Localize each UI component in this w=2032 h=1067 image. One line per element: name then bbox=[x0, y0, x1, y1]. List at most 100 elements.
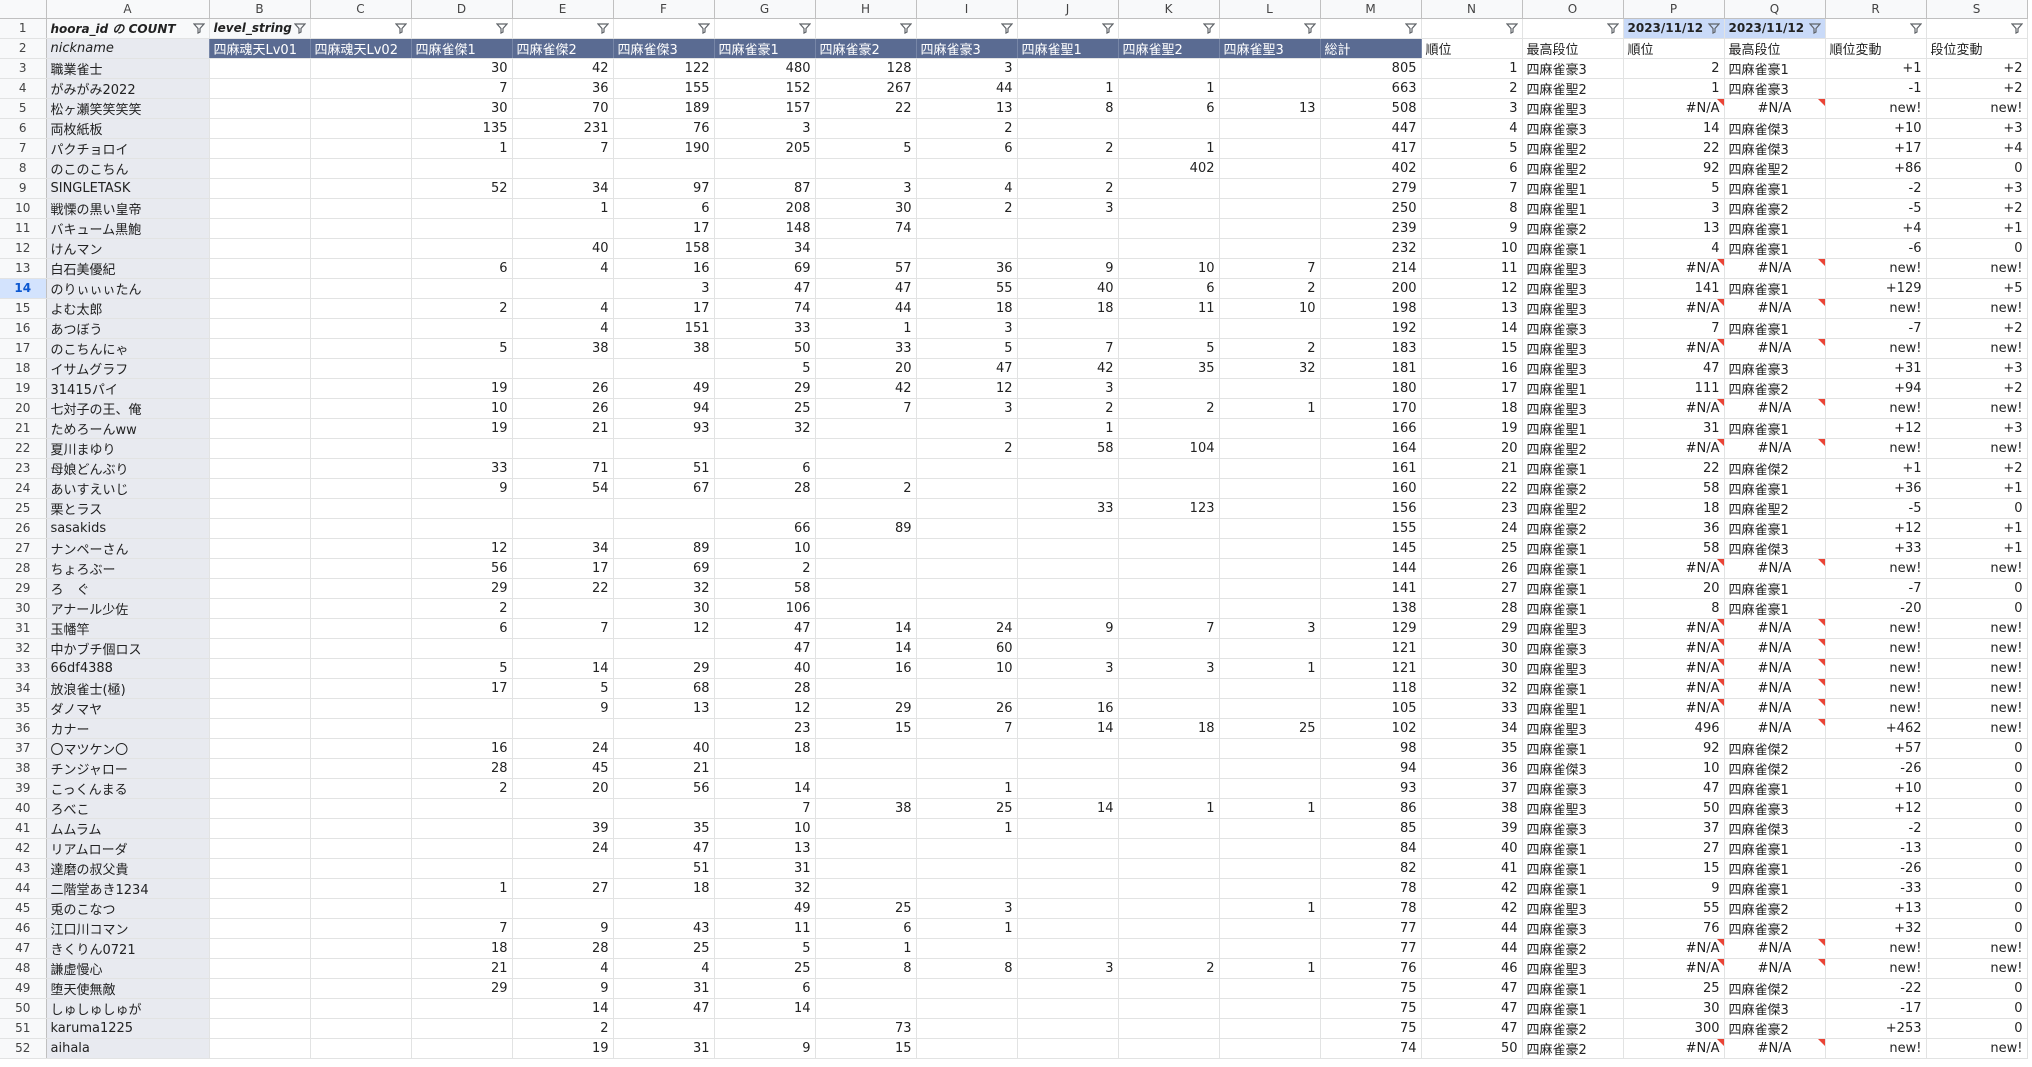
cell-i[interactable]: 5 bbox=[916, 338, 1018, 359]
cell-o[interactable]: 四麻雀豪3 bbox=[1522, 778, 1624, 799]
cell-n[interactable]: 25 bbox=[1421, 538, 1523, 559]
row-header[interactable]: 33 bbox=[0, 658, 47, 679]
row-header[interactable]: 14 bbox=[0, 278, 47, 299]
cell-m[interactable]: 160 bbox=[1320, 478, 1422, 499]
cell-h[interactable]: 44 bbox=[815, 298, 917, 319]
cell-p[interactable]: #N/A bbox=[1623, 258, 1725, 279]
nickname-cell[interactable]: 謙虚慢心 bbox=[46, 958, 210, 979]
cell-s[interactable]: 0 bbox=[1926, 798, 2028, 819]
cell-c[interactable] bbox=[310, 858, 412, 879]
cell-g[interactable]: 3 bbox=[714, 118, 816, 139]
cell-n[interactable]: 16 bbox=[1421, 358, 1523, 379]
cell-c[interactable] bbox=[310, 418, 412, 439]
cell-d[interactable] bbox=[411, 218, 513, 239]
cell-e[interactable] bbox=[512, 718, 614, 739]
cell-p[interactable]: 300 bbox=[1623, 1018, 1725, 1039]
cell-f[interactable]: 25 bbox=[613, 938, 715, 959]
cell-p[interactable]: 141 bbox=[1623, 278, 1725, 299]
row-header[interactable]: 7 bbox=[0, 138, 47, 159]
cell-m[interactable]: 86 bbox=[1320, 798, 1422, 819]
cell-o[interactable]: 四麻雀豪1 bbox=[1522, 738, 1624, 759]
cell-l[interactable] bbox=[1219, 758, 1321, 779]
cell-m[interactable]: 192 bbox=[1320, 318, 1422, 339]
cell-s[interactable]: new! bbox=[1926, 438, 2028, 459]
column-header-h[interactable]: H bbox=[815, 0, 917, 19]
cell-g[interactable]: 106 bbox=[714, 598, 816, 619]
cell-g[interactable]: 32 bbox=[714, 878, 816, 899]
cell-f[interactable]: 69 bbox=[613, 558, 715, 579]
cell-p[interactable]: 15 bbox=[1623, 858, 1725, 879]
cell-l[interactable] bbox=[1219, 238, 1321, 259]
cell-m[interactable]: 141 bbox=[1320, 578, 1422, 599]
cell-m[interactable]: 85 bbox=[1320, 818, 1422, 839]
cell-i[interactable] bbox=[916, 678, 1018, 699]
row-header[interactable]: 47 bbox=[0, 938, 47, 959]
cell-o[interactable]: 四麻雀聖3 bbox=[1522, 798, 1624, 819]
cell-f[interactable]: 76 bbox=[613, 118, 715, 139]
cell-o[interactable]: 四麻雀聖1 bbox=[1522, 378, 1624, 399]
cell-e[interactable] bbox=[512, 598, 614, 619]
cell-r[interactable]: +1 bbox=[1825, 458, 1927, 479]
cell-k[interactable] bbox=[1118, 58, 1220, 79]
cell-r[interactable]: -5 bbox=[1825, 498, 1927, 519]
cell-k[interactable] bbox=[1118, 878, 1220, 899]
cell[interactable] bbox=[1017, 18, 1119, 39]
cell-c[interactable] bbox=[310, 938, 412, 959]
cell-q[interactable]: #N/A bbox=[1724, 98, 1826, 119]
cell-m[interactable]: 663 bbox=[1320, 78, 1422, 99]
row-header[interactable]: 48 bbox=[0, 958, 47, 979]
cell-e[interactable]: 5 bbox=[512, 678, 614, 699]
cell-k[interactable] bbox=[1118, 998, 1220, 1019]
cell-l[interactable]: 7 bbox=[1219, 258, 1321, 279]
cell-p[interactable]: 27 bbox=[1623, 838, 1725, 859]
row-header[interactable]: 49 bbox=[0, 978, 47, 999]
cell-r[interactable]: -13 bbox=[1825, 838, 1927, 859]
cell-m[interactable]: 161 bbox=[1320, 458, 1422, 479]
cell-s[interactable]: new! bbox=[1926, 98, 2028, 119]
nickname-cell[interactable]: チンジャロー bbox=[46, 758, 210, 779]
cell-o[interactable]: 四麻雀聖3 bbox=[1522, 358, 1624, 379]
cell-r[interactable]: -2 bbox=[1825, 818, 1927, 839]
cell-s[interactable]: 0 bbox=[1926, 918, 2028, 939]
cell-j[interactable] bbox=[1017, 158, 1119, 179]
cell-b[interactable] bbox=[209, 698, 311, 719]
cell-n[interactable]: 19 bbox=[1421, 418, 1523, 439]
cell-d[interactable] bbox=[411, 498, 513, 519]
cell-s[interactable]: 0 bbox=[1926, 978, 2028, 999]
cell-s[interactable]: 0 bbox=[1926, 998, 2028, 1019]
cell[interactable] bbox=[1825, 18, 1927, 39]
cell-m[interactable]: 447 bbox=[1320, 118, 1422, 139]
cell-f[interactable]: 49 bbox=[613, 378, 715, 399]
cell-j[interactable]: 2 bbox=[1017, 138, 1119, 159]
cell-m[interactable]: 77 bbox=[1320, 918, 1422, 939]
nickname-cell[interactable]: ムムラム bbox=[46, 818, 210, 839]
cell-n[interactable]: 26 bbox=[1421, 558, 1523, 579]
cell-n[interactable]: 12 bbox=[1421, 278, 1523, 299]
cell-e[interactable]: 4 bbox=[512, 298, 614, 319]
cell-d[interactable]: 52 bbox=[411, 178, 513, 199]
row-header[interactable]: 42 bbox=[0, 838, 47, 859]
cell-h[interactable]: 89 bbox=[815, 518, 917, 539]
column-title-r[interactable]: 順位変動 bbox=[1825, 38, 1927, 59]
cell-o[interactable]: 四麻雀豪2 bbox=[1522, 478, 1624, 499]
cell-k[interactable]: 3 bbox=[1118, 658, 1220, 679]
cell-r[interactable]: -33 bbox=[1825, 878, 1927, 899]
cell-i[interactable]: 60 bbox=[916, 638, 1018, 659]
cell-m[interactable]: 75 bbox=[1320, 978, 1422, 999]
cell-g[interactable]: 2 bbox=[714, 558, 816, 579]
cell-q[interactable]: #N/A bbox=[1724, 298, 1826, 319]
cell-g[interactable]: 480 bbox=[714, 58, 816, 79]
row-header[interactable]: 19 bbox=[0, 378, 47, 399]
cell-h[interactable] bbox=[815, 238, 917, 259]
cell-k[interactable] bbox=[1118, 858, 1220, 879]
cell-j[interactable] bbox=[1017, 458, 1119, 479]
cell-c[interactable] bbox=[310, 318, 412, 339]
cell-n[interactable]: 44 bbox=[1421, 918, 1523, 939]
cell-b[interactable] bbox=[209, 258, 311, 279]
cell-j[interactable] bbox=[1017, 758, 1119, 779]
cell-j[interactable] bbox=[1017, 518, 1119, 539]
cell-g[interactable]: 47 bbox=[714, 278, 816, 299]
cell-g[interactable] bbox=[714, 498, 816, 519]
cell-c[interactable] bbox=[310, 998, 412, 1019]
cell-o[interactable]: 四麻雀豪1 bbox=[1522, 578, 1624, 599]
